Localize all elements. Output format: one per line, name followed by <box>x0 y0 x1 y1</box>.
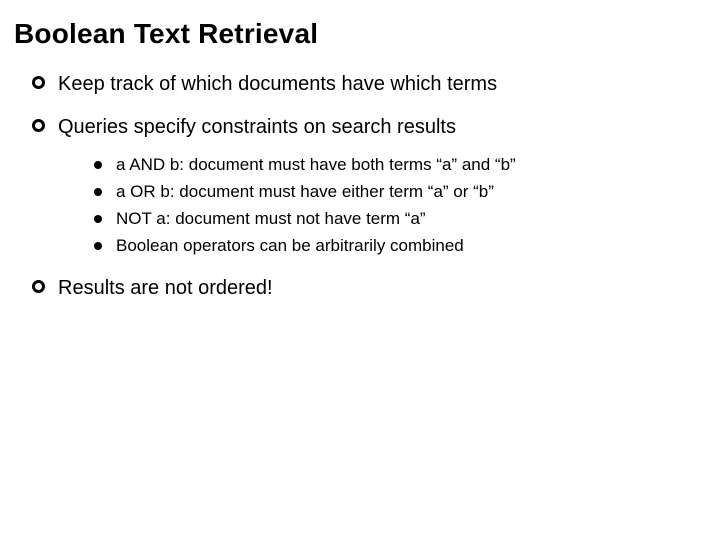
sub-bullet-text: Boolean operators can be arbitrarily com… <box>116 236 464 255</box>
sub-bullet-item: a OR b: document must have either term “… <box>94 181 692 204</box>
bullet-list: Keep track of which documents have which… <box>32 72 692 301</box>
bullet-text: Queries specify constraints on search re… <box>58 116 456 138</box>
sub-bullet-item: a AND b: document must have both terms “… <box>94 154 692 177</box>
slide: Boolean Text Retrieval Keep track of whi… <box>0 0 720 540</box>
sub-bullet-text: a AND b: document must have both terms “… <box>116 155 516 174</box>
sub-bullet-item: Boolean operators can be arbitrarily com… <box>94 235 692 258</box>
sub-bullet-text: a OR b: document must have either term “… <box>116 182 494 201</box>
bullet-text: Results are not ordered! <box>58 277 273 299</box>
bullet-item: Keep track of which documents have which… <box>32 72 692 97</box>
sub-bullet-item: NOT a: document must not have term “a” <box>94 208 692 231</box>
bullet-item: Queries specify constraints on search re… <box>32 115 692 258</box>
slide-title: Boolean Text Retrieval <box>14 18 692 50</box>
sub-bullet-list: a AND b: document must have both terms “… <box>94 154 692 258</box>
sub-bullet-text: NOT a: document must not have term “a” <box>116 209 426 228</box>
bullet-text: Keep track of which documents have which… <box>58 73 497 95</box>
bullet-item: Results are not ordered! <box>32 276 692 301</box>
